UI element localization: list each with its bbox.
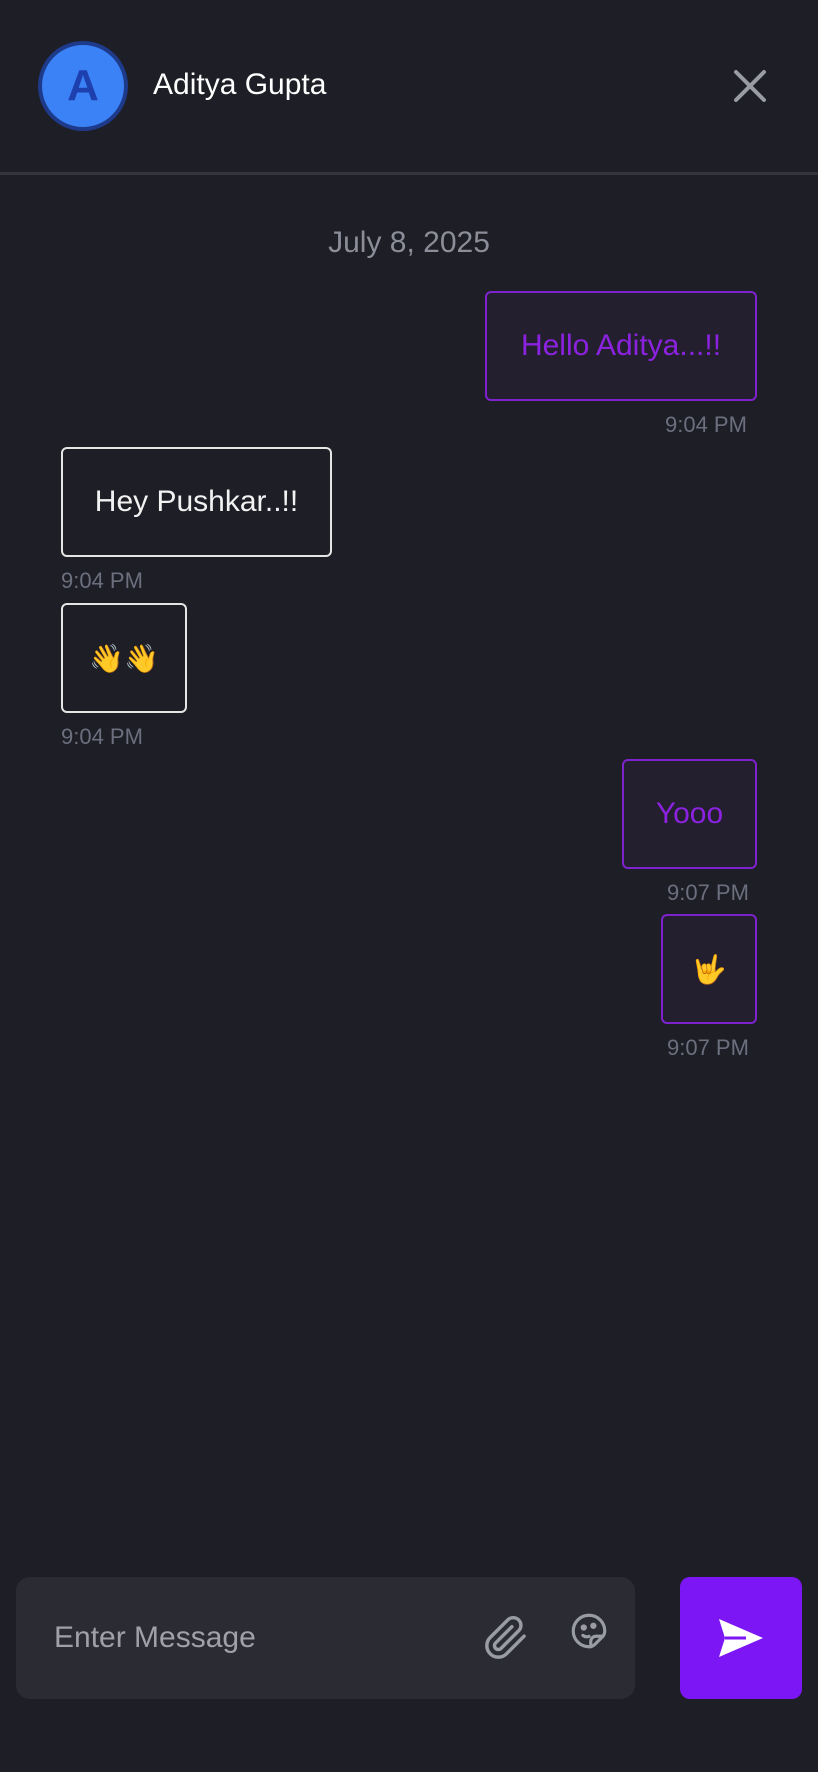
message-timestamp: 9:04 PM [665,412,747,437]
message-bubble-received[interactable]: 👋👋 [61,603,187,713]
message-timestamp: 9:04 PM [61,724,143,749]
message-composer [16,1577,635,1699]
send-icon [719,1619,763,1657]
message-bubble-received[interactable]: Hey Pushkar..!! [61,447,332,557]
message-text: Yooo [655,797,724,830]
avatar-letter: A [67,61,99,110]
message-text: 🤟 [691,953,727,985]
message-text: Hello Aditya...!! [520,329,722,362]
avatar[interactable]: A [38,41,128,131]
paperclip-icon [485,1615,526,1659]
message-text: Hey Pushkar..!! [94,485,299,518]
message-timestamp: 9:07 PM [667,880,749,905]
message-timestamp: 9:07 PM [667,1035,749,1060]
message-bubble-sent[interactable]: 🤟 [661,914,757,1024]
emoji-button[interactable] [568,1610,610,1652]
close-button[interactable] [730,66,770,106]
message-input[interactable] [54,1613,434,1663]
close-icon [734,70,766,102]
message-timestamp: 9:04 PM [61,568,143,593]
message-bubble-sent[interactable]: Yooo [622,759,757,869]
attach-button[interactable] [483,1613,529,1663]
contact-name: Aditya Gupta [153,68,327,101]
message-text: 👋👋 [89,642,159,674]
send-button[interactable] [680,1577,802,1699]
chat-header: A Aditya Gupta [0,0,818,175]
message-bubble-sent[interactable]: Hello Aditya...!! [485,291,757,401]
date-separator: July 8, 2025 [328,226,490,259]
emoji-sticker-icon [571,1613,607,1649]
